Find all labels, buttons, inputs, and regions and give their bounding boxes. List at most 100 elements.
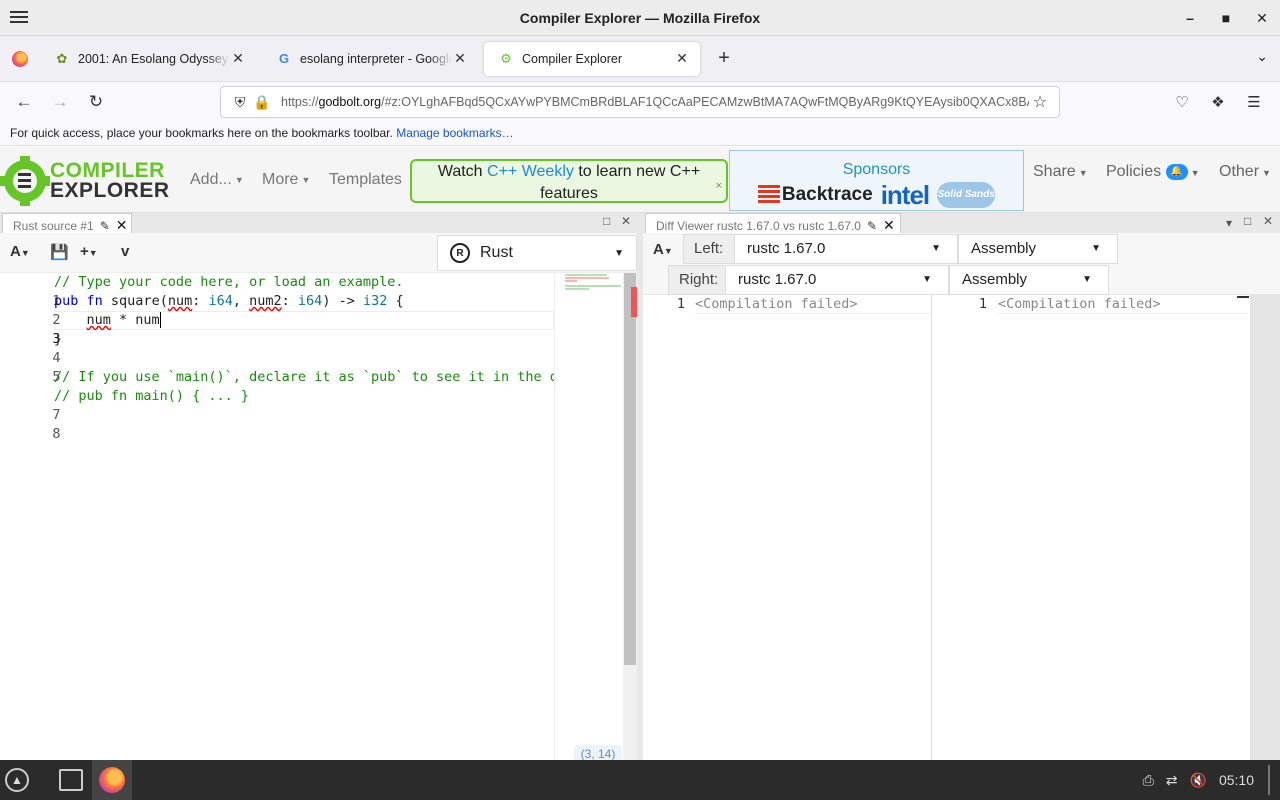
window-title: Compiler Explorer — Mozilla Firefox <box>519 9 761 26</box>
right-label: Right: <box>668 265 726 295</box>
code-editor[interactable]: 1 // Type your code here, or load an exa… <box>0 273 624 760</box>
lock-icon[interactable]: 🔒 <box>251 94 273 111</box>
vim-mode-icon[interactable]: v <box>121 243 129 260</box>
tab-compiler-explorer[interactable]: ⚙ Compiler Explorer ✕ <box>484 41 700 76</box>
firefox-view-icon[interactable] <box>0 36 40 82</box>
code-line: 4 } <box>52 331 63 366</box>
tab-bar: ✿ 2001: An Esolang Odyssey - Esolang ✕ G… <box>0 36 1280 82</box>
tab-esolang[interactable]: ✿ 2001: An Esolang Odyssey - Esolang ✕ <box>40 42 256 76</box>
add-menu[interactable]: Add... ▼ <box>190 171 244 189</box>
maximize-pane-icon[interactable]: □ <box>1244 214 1251 228</box>
window-menu-icon[interactable] <box>10 8 28 28</box>
nav-bar: ← → ↻ ⛨ 🔒 https://godbolt.org/#z:OYLghAF… <box>0 82 1280 122</box>
left-compiler-select[interactable]: rustc 1.67.0 ▼ <box>734 234 958 264</box>
start-menu-icon[interactable]: ▲ <box>0 760 34 800</box>
manage-bookmarks-link[interactable]: Manage bookmarks… <box>396 126 513 140</box>
os-taskbar: ▲ ⎙ ⇄ 🔇 05:10 <box>0 760 1280 800</box>
font-size-button[interactable]: A▼ <box>653 241 673 258</box>
close-pane-icon[interactable]: ✕ <box>1263 214 1273 228</box>
window-titlebar: Compiler Explorer — Mozilla Firefox – ■ … <box>0 0 1280 36</box>
extensions-icon[interactable]: ❖ <box>1200 86 1236 118</box>
tab-diff-viewer[interactable]: Diff Viewer rustc 1.67.0 vs rustc 1.67.0… <box>645 213 901 233</box>
right-view-select[interactable]: Assembly ▼ <box>949 265 1109 295</box>
rust-logo-icon: R <box>450 243 470 263</box>
sponsors-box[interactable]: Sponsors Backtrace intel Solid Sands <box>729 150 1024 211</box>
diff-scrollbar[interactable] <box>1250 295 1280 760</box>
motd-close-icon[interactable]: × <box>716 175 722 197</box>
chevron-down-icon: ▼ <box>922 274 932 285</box>
policies-menu[interactable]: Policies 🔔 ▼ <box>1106 163 1200 181</box>
volume-muted-icon[interactable]: 🔇 <box>1190 772 1207 789</box>
intel-logo[interactable]: intel <box>881 180 930 211</box>
url-bar[interactable]: ⛨ 🔒 https://godbolt.org/#z:OYLghAFBqd5QC… <box>220 86 1060 118</box>
code-line: 8 <box>52 426 61 442</box>
other-menu[interactable]: Other ▼ <box>1219 163 1271 181</box>
app-menu-icon[interactable]: ☰ <box>1236 86 1272 118</box>
editor-minimap[interactable] <box>554 273 624 760</box>
close-tab-icon[interactable]: ✕ <box>452 50 468 67</box>
network-icon[interactable]: ⇄ <box>1166 772 1178 789</box>
add-new-button[interactable]: +▼ <box>80 243 98 260</box>
more-menu[interactable]: More ▼ <box>262 171 310 189</box>
close-window-icon[interactable]: ✕ <box>1244 0 1280 36</box>
diff-right-line: <Compilation failed> <box>998 295 1248 314</box>
editor-scrollbar[interactable] <box>623 273 637 760</box>
show-desktop-handle[interactable] <box>1268 765 1270 795</box>
code-line: 3 num * num <box>52 312 161 347</box>
forward-icon[interactable]: → <box>42 86 78 118</box>
chevron-down-icon: ▼ <box>614 247 624 259</box>
templates-button[interactable]: Templates <box>329 171 402 189</box>
left-view-select[interactable]: Assembly ▼ <box>958 234 1118 264</box>
file-manager-icon[interactable] <box>54 760 88 800</box>
bell-icon: 🔔 <box>1165 163 1188 180</box>
cpp-weekly-link[interactable]: C++ Weekly <box>487 163 574 180</box>
close-tab-icon[interactable]: ✕ <box>674 50 690 67</box>
compiler-explorer-logo[interactable]: COMPILER EXPLORER <box>0 156 169 206</box>
chevron-down-icon: ▼ <box>1082 274 1092 285</box>
diff-toolbar: A▼ Left: rustc 1.67.0 ▼ Assembly ▼ Right: … <box>643 233 1280 295</box>
new-tab-button[interactable]: + <box>706 47 742 70</box>
font-size-button[interactable]: A▼ <box>10 243 30 260</box>
firefox-taskbar-icon[interactable] <box>92 760 132 800</box>
backtrace-logo[interactable]: Backtrace <box>782 184 873 206</box>
tab-rust-source[interactable]: Rust source #1 ✎ ✕ <box>2 213 132 233</box>
reload-icon[interactable]: ↻ <box>78 86 114 118</box>
close-pane-icon[interactable]: ✕ <box>621 214 631 228</box>
tab-google-search[interactable]: G esolang interpreter - Google Search ✕ <box>262 42 478 76</box>
minimize-icon[interactable]: – <box>1172 0 1208 36</box>
close-tab-icon[interactable]: ✕ <box>230 50 246 67</box>
editor-toolbar: A▼ 💾 +▼ v R Rust ▼ <box>0 233 637 273</box>
diff-right-editor[interactable]: 1 <Compilation failed> <box>933 295 1250 760</box>
diff-left-editor[interactable]: 1 <Compilation failed> <box>643 295 945 760</box>
compiler-explorer-icon: ⚙ <box>500 50 512 66</box>
code-line: 6 // If you use `main()`, declare it as … <box>54 369 554 385</box>
share-menu[interactable]: Share ▼ <box>1033 163 1088 181</box>
close-pane-icon[interactable]: ✕ <box>116 217 128 233</box>
tracking-shield-icon[interactable]: ⛨ <box>229 94 251 111</box>
url-text[interactable]: https://godbolt.org/#z:OYLghAFBqd5QCxAYw… <box>281 95 1029 109</box>
google-icon: G <box>278 51 290 66</box>
language-select[interactable]: R Rust ▼ <box>437 235 637 271</box>
maximize-icon[interactable]: ■ <box>1208 0 1244 36</box>
close-pane-icon[interactable]: ✕ <box>883 217 895 233</box>
tab-label: 2001: An Esolang Odyssey - Esolang <box>78 51 230 66</box>
bookmarks-hint: For quick access, place your bookmarks h… <box>10 126 393 140</box>
edit-pencil-icon[interactable]: ✎ <box>100 219 110 233</box>
right-compiler-select[interactable]: rustc 1.67.0 ▼ <box>725 265 949 295</box>
pocket-icon[interactable]: ♡ <box>1164 86 1200 118</box>
pane-dropdown-icon[interactable]: ▾ <box>1226 216 1232 230</box>
right-pane-tabstrip: Diff Viewer rustc 1.67.0 vs rustc 1.67.0… <box>643 213 1280 233</box>
edit-pencil-icon[interactable]: ✎ <box>867 219 877 233</box>
left-label: Left: <box>683 234 735 264</box>
code-line: 2 pub fn square(num: i64, num2: i64) -> … <box>52 293 404 328</box>
maximize-pane-icon[interactable]: □ <box>603 214 610 228</box>
printer-icon[interactable]: ⎙ <box>1143 772 1154 789</box>
bookmark-star-icon[interactable]: ☆ <box>1029 92 1051 112</box>
back-icon[interactable]: ← <box>6 86 42 118</box>
save-icon[interactable]: 💾 <box>50 243 69 261</box>
clock[interactable]: 05:10 <box>1219 772 1254 788</box>
list-all-tabs-icon[interactable]: ⌄ <box>1256 48 1268 65</box>
solid-sands-logo[interactable]: Solid Sands <box>937 182 996 208</box>
tab-label: esolang interpreter - Google Search <box>300 51 452 66</box>
text-cursor <box>159 312 161 328</box>
